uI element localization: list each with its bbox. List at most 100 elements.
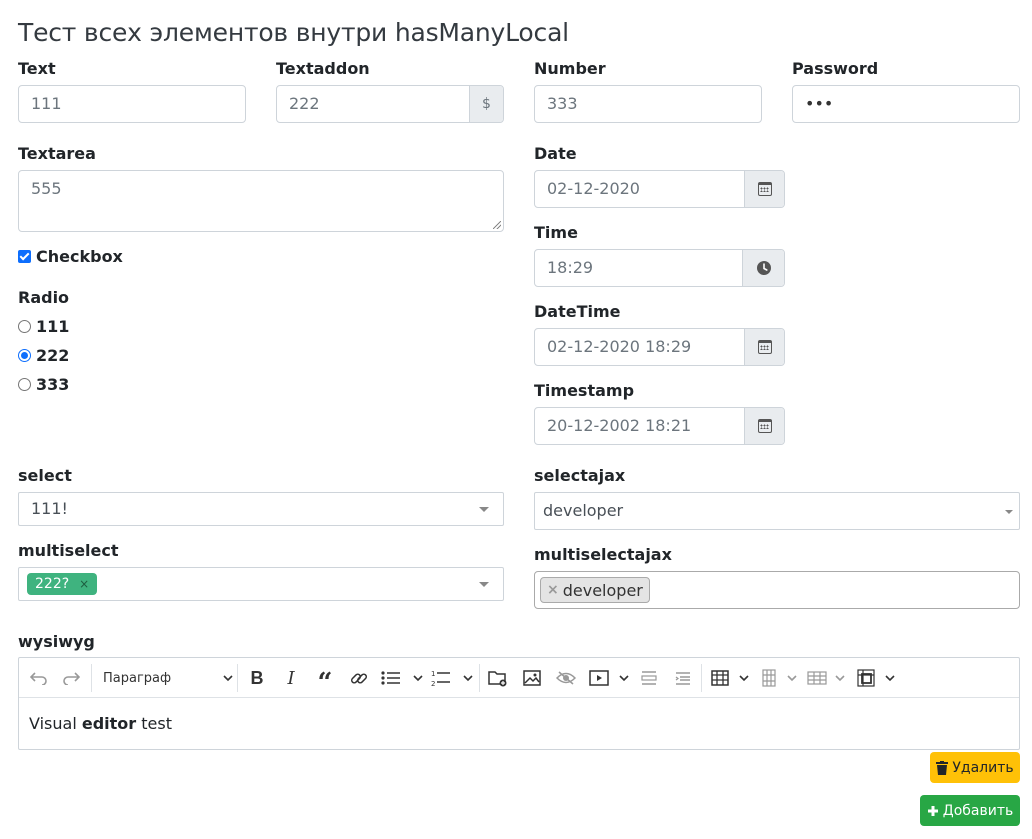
radio-option-label: 222 (36, 346, 70, 365)
timestamp-label: Timestamp (534, 381, 635, 400)
password-input[interactable]: ••• (792, 85, 1020, 123)
chevron-down-icon (619, 675, 629, 682)
numbered-list-icon[interactable]: 12 (431, 668, 473, 688)
calendar-icon[interactable] (744, 329, 784, 365)
page-break-icon[interactable] (673, 668, 693, 688)
radio-label: Radio (18, 288, 70, 307)
radio-option[interactable]: 111 (18, 317, 69, 336)
radio-option-label: 333 (36, 375, 70, 394)
delete-button-label: Удалить (952, 759, 1014, 776)
chevron-down-icon (1005, 510, 1013, 514)
tag-label: developer (562, 580, 643, 600)
textarea-input[interactable]: 555 (18, 170, 504, 232)
radio-option[interactable]: 222 (18, 346, 69, 365)
chevron-down-icon (413, 675, 423, 682)
hide-icon[interactable] (555, 668, 577, 688)
calendar-icon[interactable] (744, 171, 784, 207)
content-text: Visual (29, 714, 82, 733)
radio-input[interactable] (18, 349, 31, 362)
selectajax-value: developer (543, 501, 624, 520)
chevron-down-icon (835, 675, 845, 682)
wysiwyg-editor[interactable]: Параграф B I “ 12 Visual editor test (18, 657, 1020, 750)
delete-button[interactable]: Удалить (930, 752, 1020, 783)
table-row-icon[interactable] (807, 668, 845, 688)
date-label: Date (534, 144, 577, 163)
merge-cells-icon[interactable] (857, 668, 895, 688)
chevron-down-icon (223, 675, 233, 682)
date-input[interactable]: 02-12-2020 (534, 170, 785, 208)
page-title: Тест всех элементов внутри hasManyLocal (18, 18, 569, 47)
password-label: Password (792, 59, 879, 78)
textarea-value: 555 (31, 179, 62, 198)
selectajax-label: selectajax (534, 466, 626, 485)
resize-handle[interactable] (493, 221, 501, 229)
timestamp-value: 20-12-2002 18:21 (547, 416, 692, 435)
textaddon-input[interactable]: 222 $ (276, 85, 504, 123)
select-dropdown[interactable]: 111! (18, 492, 504, 526)
horizontal-line-icon[interactable] (639, 668, 659, 688)
textarea-label: Textarea (18, 144, 96, 163)
multiselectajax-label: multiselectajax (534, 545, 672, 564)
remove-tag-icon[interactable]: × (79, 577, 89, 591)
chevron-down-icon (463, 675, 473, 682)
textaddon-value: 222 (289, 94, 320, 113)
add-button[interactable]: Добавить (920, 795, 1020, 826)
toolbar-divider (91, 664, 92, 692)
tag-label: 222? (35, 576, 70, 592)
radio-input[interactable] (18, 378, 31, 391)
chevron-down-icon (787, 675, 797, 682)
add-button-label: Добавить (942, 802, 1014, 819)
dollar-addon: $ (469, 86, 503, 122)
bulleted-list-icon[interactable] (381, 668, 423, 688)
checkbox-input[interactable] (18, 250, 31, 263)
table-column-icon[interactable] (761, 668, 797, 688)
text-input[interactable]: 111 (18, 85, 246, 123)
calendar-icon[interactable] (744, 408, 784, 444)
remove-tag-icon[interactable]: × (547, 582, 559, 598)
chevron-down-icon (885, 675, 895, 682)
multiselectajax-dropdown[interactable]: × developer (534, 571, 1020, 609)
selected-tag: × developer (540, 577, 650, 603)
toolbar-divider (701, 664, 702, 692)
date-value: 02-12-2020 (547, 179, 640, 198)
datetime-value: 02-12-2020 18:29 (547, 337, 692, 356)
undo-icon[interactable] (29, 668, 49, 688)
textaddon-label: Textaddon (276, 59, 370, 78)
toolbar-divider (237, 664, 238, 692)
time-value: 18:29 (547, 258, 594, 277)
wysiwyg-label: wysiwyg (18, 632, 95, 651)
image-icon[interactable] (521, 668, 543, 688)
table-icon[interactable] (711, 668, 749, 688)
text-label: Text (18, 59, 56, 78)
checkbox-row[interactable]: Checkbox (18, 247, 123, 266)
timestamp-input[interactable]: 20-12-2002 18:21 (534, 407, 785, 445)
selectajax-dropdown[interactable]: developer (534, 492, 1020, 530)
italic-icon[interactable]: I (281, 668, 301, 689)
datetime-label: DateTime (534, 302, 621, 321)
chevron-down-icon (479, 507, 489, 512)
multiselect-dropdown[interactable]: 222? × (18, 567, 504, 601)
content-text: test (136, 714, 172, 733)
select-value: 111! (31, 499, 68, 518)
link-icon[interactable] (349, 668, 369, 688)
heading-select[interactable]: Параграф (103, 668, 233, 688)
bold-icon[interactable]: B (247, 668, 267, 688)
radio-option[interactable]: 333 (18, 375, 69, 394)
file-manager-icon[interactable] (487, 668, 509, 688)
blockquote-icon[interactable]: “ (315, 668, 335, 698)
toolbar-divider (479, 664, 480, 692)
multiselect-label: multiselect (18, 541, 119, 560)
redo-icon[interactable] (61, 668, 81, 688)
clock-icon[interactable] (742, 250, 784, 286)
number-input[interactable]: 333 (534, 85, 762, 123)
trash-icon (936, 760, 949, 775)
datetime-input[interactable]: 02-12-2020 18:29 (534, 328, 785, 366)
media-embed-icon[interactable] (589, 668, 629, 688)
time-input[interactable]: 18:29 (534, 249, 785, 287)
selected-tag: 222? × (27, 573, 98, 595)
svg-text:2: 2 (431, 680, 435, 687)
editor-toolbar: Параграф B I “ 12 (19, 658, 1019, 698)
editor-content[interactable]: Visual editor test (19, 698, 1019, 749)
radio-input[interactable] (18, 320, 31, 333)
number-label: Number (534, 59, 606, 78)
